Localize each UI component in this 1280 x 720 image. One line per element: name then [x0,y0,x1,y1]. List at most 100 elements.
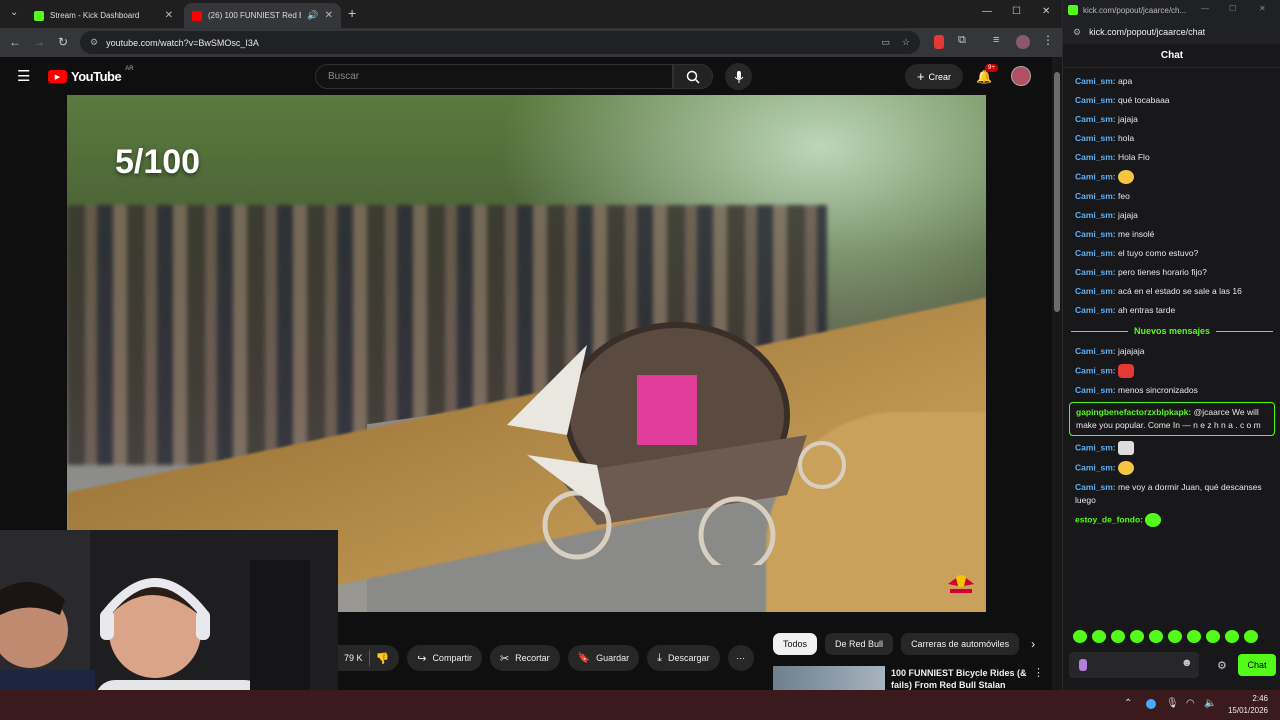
chat-username[interactable]: Cami_sm: [1075,114,1116,124]
new-tab-button[interactable]: + [348,5,356,21]
close-window-icon[interactable]: ✕ [1259,4,1266,13]
chat-username[interactable]: Cami_sm: [1075,346,1116,356]
chevron-right-icon[interactable]: › [1027,633,1039,655]
emoji-picker-icon[interactable]: ☻ [1181,657,1193,669]
chat-username[interactable]: Cami_sm: [1075,482,1116,492]
search-input[interactable]: Buscar [315,64,673,89]
maximize-icon[interactable]: ☐ [1012,6,1021,17]
clip-button[interactable]: ✂ Recortar [489,645,560,671]
chat-username[interactable]: Cami_sm: [1075,365,1116,375]
chat-username[interactable]: Cami_sm: [1075,133,1116,143]
like-count[interactable]: 79 K [344,653,363,663]
close-window-icon[interactable]: ✕ [1042,6,1050,17]
emote-icon[interactable] [1149,630,1163,643]
chat-text: pero tienes horario fijo? [1118,267,1207,277]
bookmark-star-icon[interactable]: ☆ [902,37,910,48]
chat-username[interactable]: gapingbenefactorzxblpkapk: [1076,407,1191,417]
tab-search-icon[interactable]: ⌄ [10,7,18,18]
reload-icon[interactable]: ↻ [52,31,74,53]
share-button[interactable]: ↪ Compartir [407,645,482,671]
chevron-up-icon[interactable]: ⌃ [1124,698,1132,709]
chat-message-input[interactable]: ☻ [1069,652,1199,678]
chat-url-bar[interactable]: ⚙ kick.com/popout/jcaarce/chat [1063,20,1280,44]
media-control-icon[interactable]: ≡ [993,34,999,46]
emote-icon[interactable] [1206,630,1220,643]
system-clock[interactable]: 2:46 15/01/2026 [1228,693,1268,717]
close-tab-icon[interactable]: ✕ [165,10,173,21]
youtube-play-icon: ▶ [48,70,67,83]
chat-username[interactable]: Cami_sm: [1075,191,1116,201]
back-icon[interactable]: ← [4,31,26,53]
badge-icon[interactable] [1079,659,1087,671]
page-scrollbar[interactable] [1052,57,1062,690]
forward-icon[interactable]: → [28,31,50,53]
save-button[interactable]: 🔖 Guardar [567,645,640,671]
chat-username[interactable]: Cami_sm: [1075,229,1116,239]
extensions-puzzle-icon[interactable]: ⧉ [958,34,966,47]
dislike-icon[interactable]: 👎 [376,652,390,665]
extension-icon[interactable] [934,35,944,49]
emote-icon[interactable] [1187,630,1201,643]
scrollbar-thumb[interactable] [1054,72,1060,312]
chip-all[interactable]: Todos [773,633,818,655]
cloud-icon[interactable] [1146,699,1156,709]
emote-icon[interactable] [1168,630,1182,643]
profile-avatar[interactable] [1016,35,1030,49]
chat-username[interactable]: Cami_sm: [1075,462,1116,472]
voice-search-button[interactable] [725,63,752,90]
video-menu-icon[interactable]: ⋮ [1033,666,1044,679]
chat-username[interactable]: Cami_sm: [1075,171,1116,181]
audio-icon[interactable]: 🔊 [307,10,318,21]
hamburger-menu-icon[interactable]: ☰ [17,67,30,85]
more-actions-button[interactable]: ⋯ [727,645,754,671]
chat-username[interactable]: Cami_sm: [1075,95,1116,105]
chat-username[interactable]: Cami_sm: [1075,152,1116,162]
microphone-tray-icon[interactable]: 🎙 [1166,698,1179,709]
chat-username[interactable]: estoy_de_fondo: [1075,514,1143,524]
tab-kick-dashboard[interactable]: Stream - Kick Dashboard ✕ [26,3,181,28]
chip-car-racing[interactable]: Carreras de automóviles [901,633,1020,655]
chat-send-button[interactable]: Chat [1238,654,1276,676]
create-button[interactable]: + Crear [905,64,963,89]
account-avatar[interactable] [1011,66,1031,86]
emote-icon[interactable] [1092,630,1106,643]
chip-from-red-bull[interactable]: De Red Bull [825,633,894,655]
chat-username[interactable]: Cami_sm: [1075,385,1116,395]
search-button[interactable] [673,64,713,89]
recommended-thumbnail[interactable] [773,666,885,690]
site-info-icon[interactable]: ⚙ [90,37,98,48]
browser-menu-icon[interactable]: ⋮ [1042,33,1054,47]
emote-icon[interactable] [1244,630,1258,643]
chat-message: Cami_sm: qué tocabaaa [1063,91,1280,110]
chat-username[interactable]: Cami_sm: [1075,267,1116,277]
emote-icon[interactable] [1225,630,1239,643]
emote-icon[interactable] [1130,630,1144,643]
maximize-icon[interactable]: ☐ [1229,4,1236,13]
close-tab-icon[interactable]: ✕ [325,10,333,21]
recommended-title[interactable]: 100 FUNNIEST Bicycle Rides (& fails) Fro… [891,667,1031,690]
red-bull-logo [948,575,974,593]
chat-username[interactable]: Cami_sm: [1075,442,1116,452]
recommended-video[interactable]: 100 FUNNIEST Bicycle Rides (& fails) Fro… [773,666,1053,690]
chat-username[interactable]: Cami_sm: [1075,305,1116,315]
chat-username[interactable]: Cami_sm: [1075,210,1116,220]
chat-text: acá en el estado se sale a las 16 [1118,286,1242,296]
minimize-icon[interactable]: — [982,6,992,17]
tab-youtube[interactable]: (26) 100 FUNNIEST Red Bull 🔊 ✕ [184,3,341,28]
chat-username[interactable]: Cami_sm: [1075,286,1116,296]
download-button[interactable]: ⤓ Descargar [647,645,720,671]
emote-icon[interactable] [1073,630,1087,643]
divider [368,650,370,666]
minimize-icon[interactable]: — [1201,4,1209,13]
wifi-icon[interactable]: ◠ [1186,698,1195,709]
youtube-logo[interactable]: ▶ YouTube AR [48,66,134,84]
chat-settings-icon[interactable]: ⚙ [1217,659,1227,672]
chat-username[interactable]: Cami_sm: [1075,76,1116,86]
volume-icon[interactable]: 🔈 [1204,698,1216,709]
emote-icon[interactable] [1111,630,1125,643]
chat-text: menos sincronizados [1118,385,1198,395]
notifications-button[interactable]: 🔔 9+ [976,64,998,86]
cast-icon[interactable]: ▭ [881,37,890,48]
chat-username[interactable]: Cami_sm: [1075,248,1116,258]
url-field[interactable]: ⚙ youtube.com/watch?v=BwSMOsc_I3A ▭ ☆ [80,31,920,54]
